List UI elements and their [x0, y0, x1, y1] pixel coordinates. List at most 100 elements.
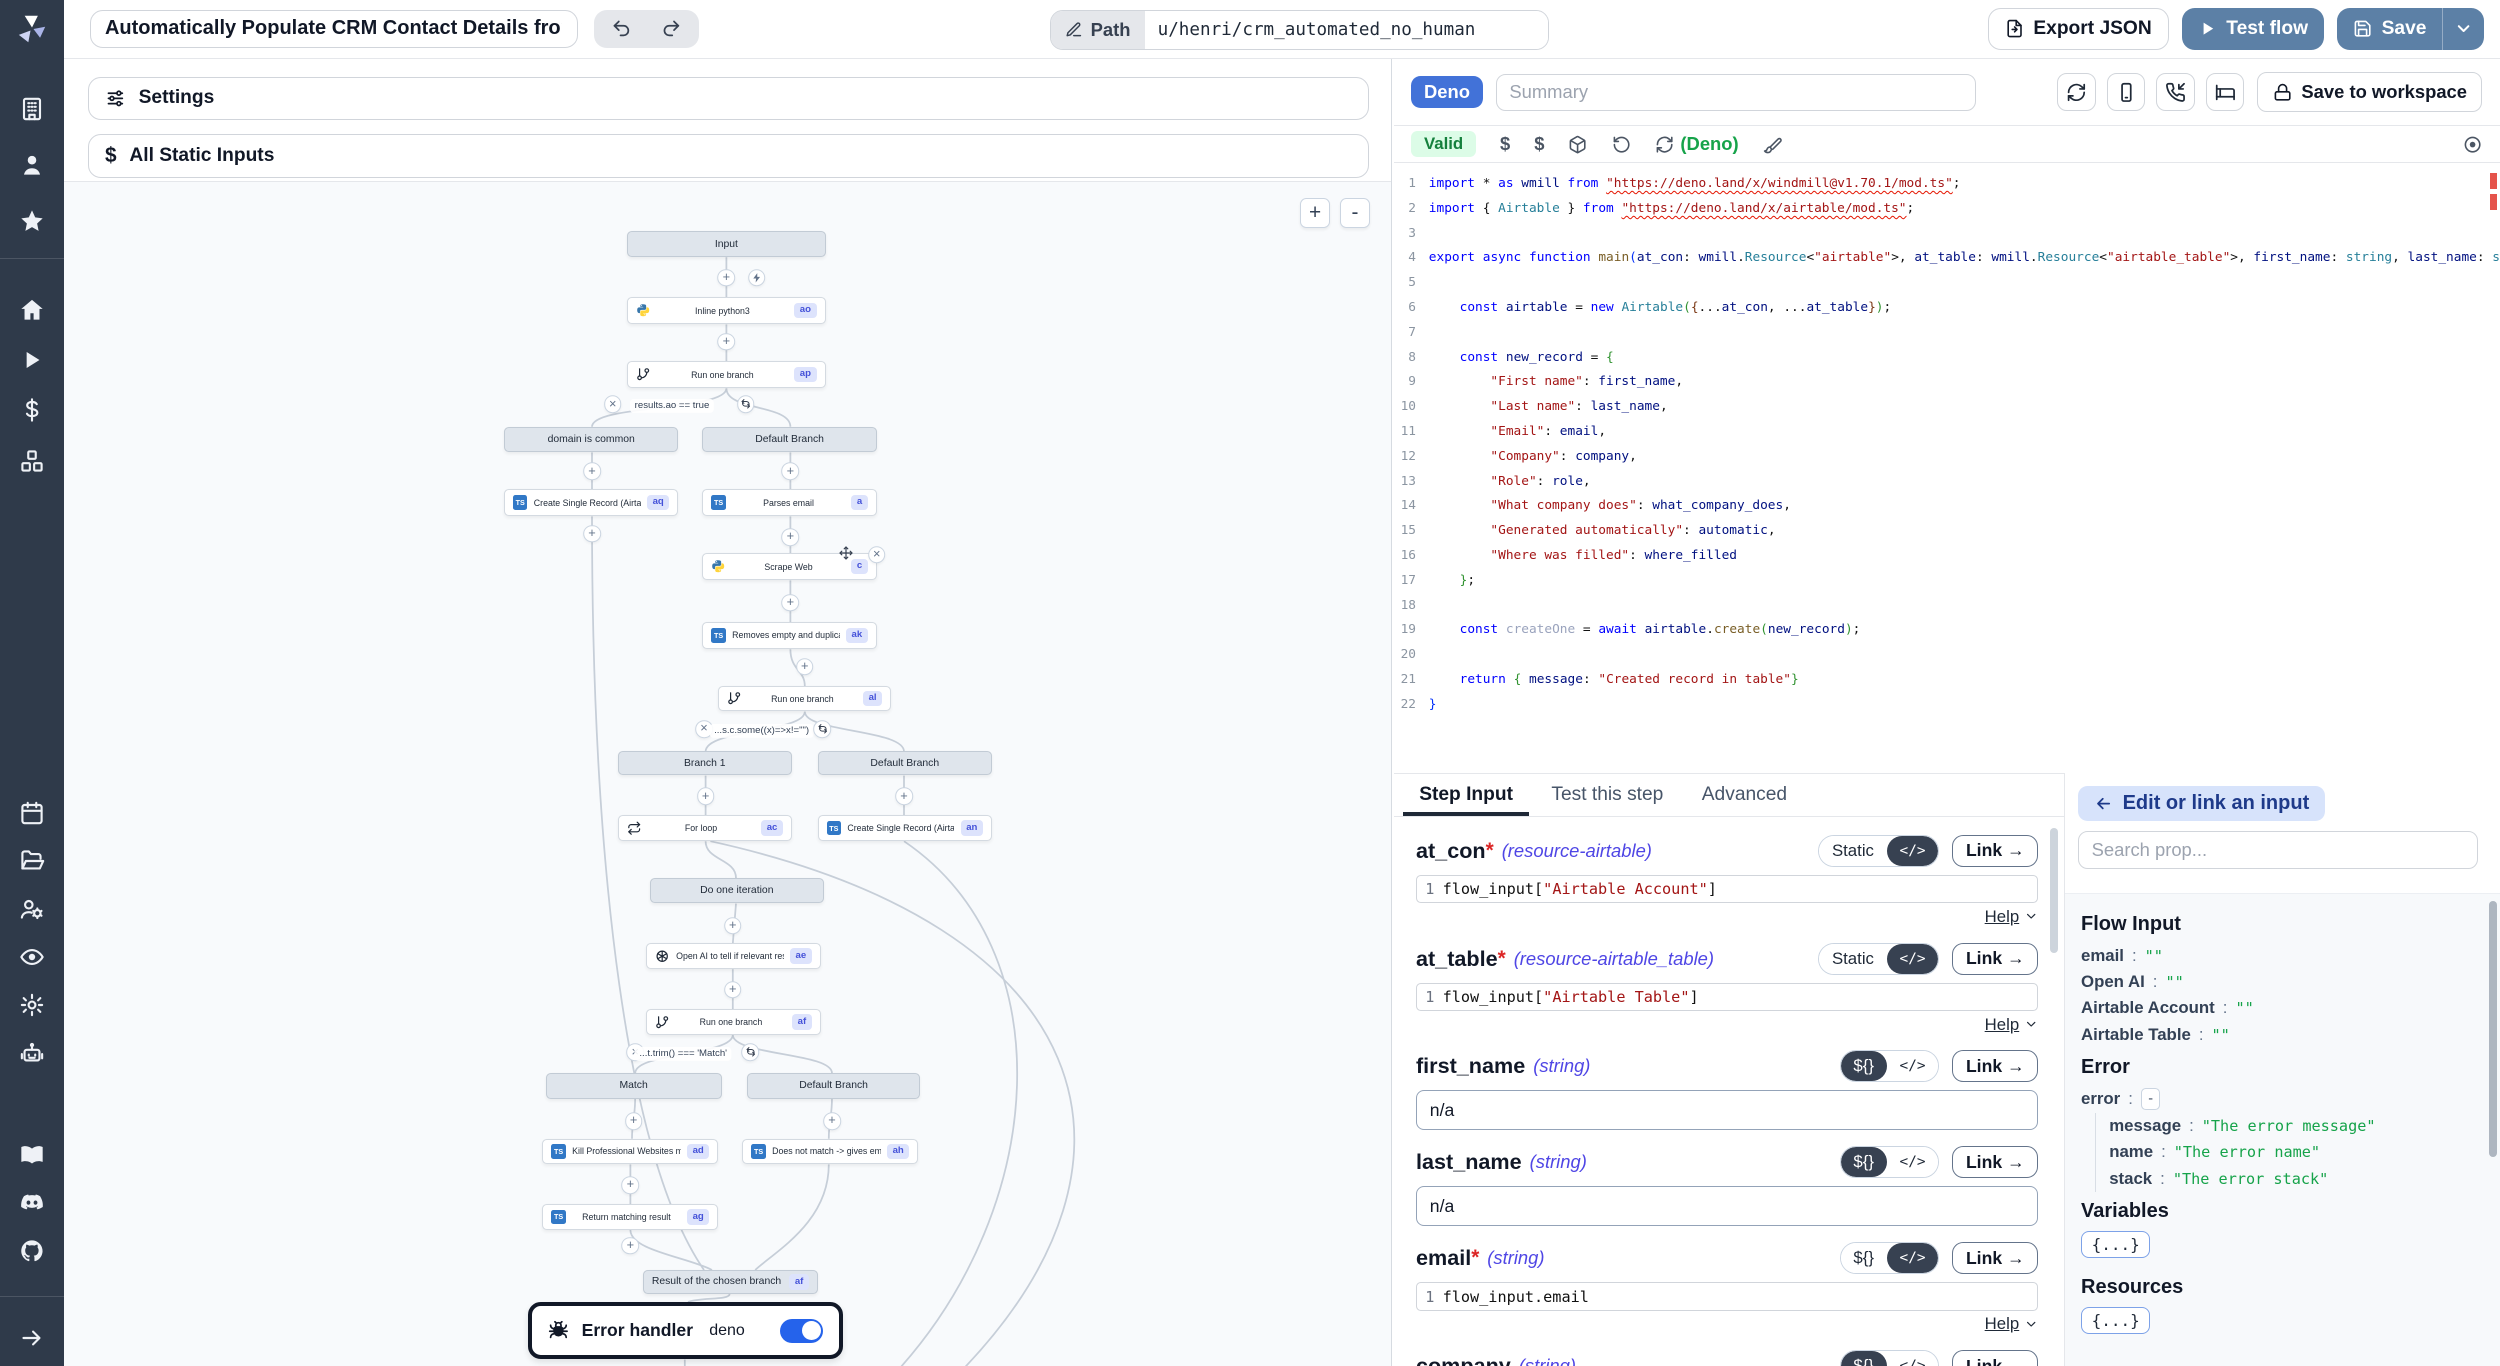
- field-code-input[interactable]: 1flow_input.email: [1416, 1282, 2038, 1311]
- sidebar-robot-icon[interactable]: [19, 1040, 45, 1066]
- save-dropdown-button[interactable]: [2442, 8, 2484, 50]
- toggle-template[interactable]: ${}: [1841, 1051, 1887, 1081]
- sidebar-dollar-icon[interactable]: [19, 397, 45, 423]
- flow-static-inputs-bar[interactable]: $ All Static Inputs: [88, 134, 1369, 177]
- prop-error[interactable]: error:-: [2081, 1085, 2490, 1113]
- sidebar-github-icon[interactable]: [19, 1238, 45, 1264]
- help-link[interactable]: Help: [1985, 1314, 2020, 1334]
- add-step-button[interactable]: +: [724, 917, 742, 935]
- field-code-input[interactable]: 1flow_input["Airtable Account"]: [1416, 875, 2038, 904]
- toggle-code[interactable]: </>: [1887, 1243, 1939, 1273]
- sidebar-arrow-right-icon[interactable]: [19, 1325, 45, 1351]
- flow-node-hdr_def3[interactable]: Default Branch: [747, 1073, 920, 1099]
- flow-node-hdr_branch1[interactable]: Branch 1: [618, 751, 792, 775]
- sidebar-star-icon[interactable]: [19, 208, 45, 234]
- variables-object-chip[interactable]: {...}: [2081, 1231, 2150, 1258]
- path-input[interactable]: [1145, 11, 1548, 49]
- tab-advanced[interactable]: Advanced: [1686, 774, 1803, 816]
- bolt-icon[interactable]: [748, 269, 766, 287]
- prop-airtable-table[interactable]: Airtable Table:"": [2081, 1022, 2490, 1048]
- dollar-icon-button[interactable]: $: [1500, 133, 1510, 155]
- smartphone-icon-button[interactable]: [2107, 73, 2145, 111]
- flow-node-inline_python3[interactable]: Inline python3ao: [627, 297, 825, 324]
- add-step-button[interactable]: +: [782, 463, 800, 481]
- field-static-input[interactable]: [1416, 1186, 2038, 1226]
- link-input-button[interactable]: Link →: [1952, 943, 2038, 975]
- prop-name[interactable]: name:"The error name": [2109, 1139, 2490, 1165]
- flow-node-for_loop[interactable]: For loopac: [618, 815, 792, 841]
- sidebar-cubes-icon[interactable]: [19, 448, 45, 474]
- sidebar-eye-icon[interactable]: [19, 944, 45, 970]
- test-flow-button[interactable]: Test flow: [2182, 8, 2325, 50]
- format-brush-button[interactable]: [1763, 135, 1782, 154]
- flow-node-create_aq[interactable]: TSCreate Single Record (Airtable)aq: [504, 489, 678, 516]
- toggle-template[interactable]: ${}: [1841, 1147, 1887, 1177]
- assistant-refresh-button[interactable]: (Deno): [1655, 133, 1739, 155]
- help-link[interactable]: Help: [1985, 907, 2020, 927]
- branch-compare-icon[interactable]: [814, 720, 832, 738]
- phone-incoming-icon-button[interactable]: [2156, 73, 2194, 111]
- add-step-button[interactable]: +: [718, 269, 736, 287]
- export-json-button[interactable]: Export JSON: [1988, 8, 2169, 50]
- add-step-button[interactable]: +: [718, 333, 736, 351]
- move-node-icon[interactable]: [839, 546, 853, 560]
- save-to-workspace-button[interactable]: Save to workspace: [2257, 72, 2482, 112]
- branch-compare-icon[interactable]: [742, 1043, 760, 1061]
- sidebar-home-icon[interactable]: [19, 298, 45, 324]
- tab-step-input[interactable]: Step Input: [1403, 774, 1529, 816]
- flow-node-hdr_doiter[interactable]: Do one iteration: [650, 878, 824, 904]
- flow-node-hdr_def2[interactable]: Default Branch: [818, 751, 992, 775]
- zoom-in-button[interactable]: +: [1300, 198, 1330, 228]
- collapse-toggle[interactable]: -: [2141, 1088, 2161, 1109]
- toggle-code[interactable]: </>: [1887, 944, 1939, 974]
- sidebar-building-icon[interactable]: [19, 96, 45, 122]
- sidebar-play-icon[interactable]: [19, 347, 45, 373]
- link-input-button[interactable]: Link →: [1952, 835, 2038, 867]
- flow-node-return_m[interactable]: TSReturn matching resultag: [542, 1204, 718, 1230]
- toggle-code[interactable]: </>: [1887, 1051, 1939, 1081]
- link-input-button[interactable]: Link →: [1952, 1242, 2038, 1274]
- flow-node-hdr_def1[interactable]: Default Branch: [702, 427, 876, 453]
- flow-node-run_ap[interactable]: Run one branchap: [627, 361, 825, 388]
- flow-node-hdr_domain[interactable]: domain is common: [504, 427, 678, 453]
- link-input-button[interactable]: Link →: [1952, 1350, 2038, 1366]
- toggle-static[interactable]: Static: [1819, 944, 1887, 974]
- flow-node-run_af[interactable]: Run one branchaf: [646, 1009, 820, 1035]
- flow-node-input[interactable]: Input: [627, 231, 825, 257]
- search-prop-input[interactable]: [2078, 831, 2478, 869]
- flow-node-create_an[interactable]: TSCreate Single Record (Airtable)an: [818, 815, 992, 841]
- add-step-button[interactable]: +: [583, 463, 601, 481]
- sidebar-windmill-logo[interactable]: [14, 11, 49, 46]
- flow-node-doesnot[interactable]: TSDoes not match -> gives empty valueah: [742, 1139, 918, 1165]
- zoom-out-button[interactable]: -: [1340, 198, 1370, 228]
- delete-node-button[interactable]: ×: [868, 546, 886, 564]
- flow-title-input[interactable]: [90, 10, 578, 48]
- add-step-button[interactable]: +: [622, 1176, 640, 1194]
- dollar-icon-button[interactable]: $: [1534, 133, 1544, 155]
- add-step-button[interactable]: +: [796, 658, 814, 676]
- field-code-input[interactable]: 1flow_input["Airtable Table"]: [1416, 983, 2038, 1012]
- prop-message[interactable]: message:"The error message": [2109, 1113, 2490, 1139]
- toggle-template[interactable]: ${}: [1841, 1243, 1887, 1273]
- flow-node-kill[interactable]: TSKill Professional Websites mentionsad: [542, 1139, 718, 1165]
- flow-node-hdr_match[interactable]: Match: [546, 1073, 722, 1099]
- prop-open-ai[interactable]: Open AI:"": [2081, 969, 2490, 995]
- add-step-button[interactable]: +: [622, 1237, 640, 1255]
- flow-node-hdr_result[interactable]: Result of the chosen branchaf: [643, 1270, 817, 1294]
- sidebar-discord-icon[interactable]: [19, 1190, 45, 1216]
- add-step-button[interactable]: +: [782, 594, 800, 612]
- save-button[interactable]: Save: [2337, 8, 2443, 50]
- add-step-button[interactable]: +: [583, 525, 601, 543]
- add-step-button[interactable]: +: [823, 1112, 841, 1130]
- add-step-button[interactable]: +: [895, 787, 913, 805]
- add-step-button[interactable]: +: [782, 528, 800, 546]
- branch-compare-icon[interactable]: [737, 395, 755, 413]
- diff-mode-icon[interactable]: [2463, 135, 2482, 154]
- add-step-button[interactable]: +: [724, 981, 742, 999]
- inspector-scrollbar[interactable]: [2489, 901, 2497, 1157]
- add-step-button[interactable]: +: [697, 787, 715, 805]
- condition-x-button[interactable]: ×: [604, 395, 622, 413]
- toggle-code[interactable]: </>: [1887, 1351, 1939, 1366]
- field-static-input[interactable]: [1416, 1090, 2038, 1130]
- package-icon-button[interactable]: [1568, 133, 1587, 155]
